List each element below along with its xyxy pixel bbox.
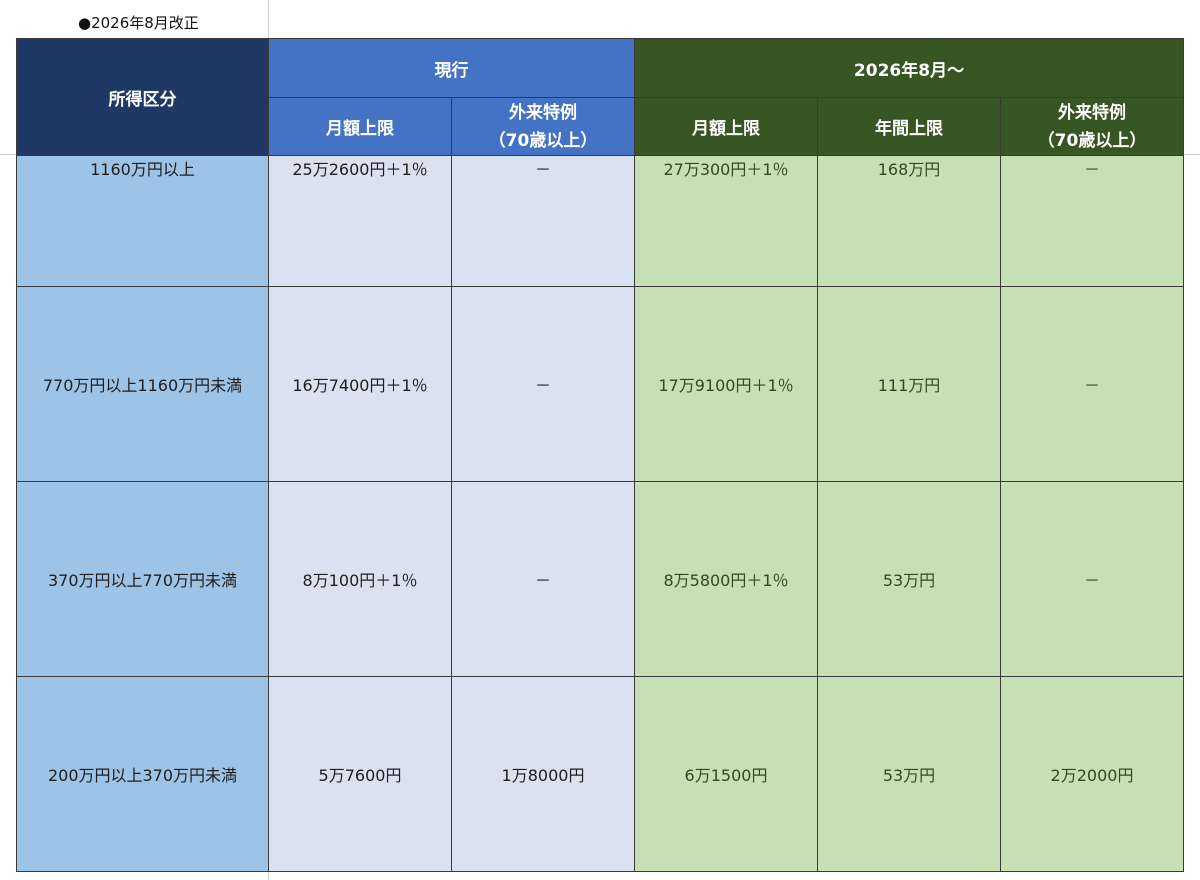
header-current-group: 現行	[268, 38, 635, 98]
header-new-annual: 年間上限	[817, 97, 1001, 156]
new-annual-cell: 53万円	[817, 481, 1001, 677]
header-row-groups: 所得区分 現行 2026年8月～	[16, 38, 1184, 156]
header-new-outpatient-line1: 外来特例	[1058, 102, 1126, 123]
header-new-monthly: 月額上限	[634, 97, 818, 156]
new-annual-cell: 53万円	[817, 676, 1001, 872]
new-outpatient-cell: －	[1000, 286, 1184, 482]
table-row: 200万円以上370万円未満 5万7600円 1万8000円 6万1500円 5…	[16, 676, 1184, 872]
header-new-annual-label: 年間上限	[875, 119, 943, 139]
new-monthly-cell: 17万9100円＋1％	[634, 286, 818, 482]
new-outpatient-cell: －	[1000, 155, 1184, 287]
current-monthly-cell: 25万2600円＋1％	[268, 155, 452, 287]
header-current-outpatient-line1: 外来特例	[509, 102, 577, 123]
current-monthly-cell: 8万100円＋1％	[268, 481, 452, 677]
new-annual-cell: 111万円	[817, 286, 1001, 482]
revision-note: ●2026年8月改正	[78, 14, 199, 32]
new-outpatient-cell: 2万2000円	[1000, 676, 1184, 872]
current-outpatient-cell: －	[451, 481, 635, 677]
header-income: 所得区分	[16, 38, 269, 156]
current-monthly-cell: 5万7600円	[268, 676, 452, 872]
new-annual-cell: 168万円	[817, 155, 1001, 287]
income-bracket-cell: 200万円以上370万円未満	[16, 676, 269, 872]
current-outpatient-cell: 1万8000円	[451, 676, 635, 872]
header-new-group: 2026年8月～	[634, 38, 1184, 98]
new-monthly-cell: 6万1500円	[634, 676, 818, 872]
income-bracket-cell: 770万円以上1160万円未満	[16, 286, 269, 482]
header-current-group-label: 現行	[434, 60, 469, 81]
header-new-outpatient-line2: （70歳以上）	[1037, 130, 1147, 151]
header-current-monthly: 月額上限	[268, 97, 452, 156]
header-new-group-label: 2026年8月～	[853, 60, 965, 81]
table-row: 770万円以上1160万円未満 16万7400円＋1％ － 17万9100円＋1…	[16, 286, 1184, 482]
new-outpatient-cell: －	[1000, 481, 1184, 677]
header-current-monthly-label: 月額上限	[326, 119, 394, 139]
current-monthly-cell: 16万7400円＋1％	[268, 286, 452, 482]
header-current-outpatient: 外来特例 （70歳以上）	[451, 97, 635, 156]
new-monthly-cell: 27万300円＋1％	[634, 155, 818, 287]
header-current-outpatient-line2: （70歳以上）	[488, 130, 598, 151]
table-row: 1160万円以上 25万2600円＋1％ － 27万300円＋1％ 168万円 …	[16, 155, 1184, 287]
new-monthly-cell: 8万5800円＋1％	[634, 481, 818, 677]
income-bracket-cell: 1160万円以上	[16, 155, 269, 287]
current-outpatient-cell: －	[451, 155, 635, 287]
header-income-label: 所得区分	[108, 89, 177, 110]
header-new-outpatient: 外来特例 （70歳以上）	[1000, 97, 1184, 156]
cost-limit-table: 所得区分 現行 2026年8月～ 月額上限 外来特例 （70歳以上） 月額上限 …	[16, 38, 1184, 872]
income-bracket-cell: 370万円以上770万円未満	[16, 481, 269, 677]
header-new-monthly-label: 月額上限	[692, 119, 760, 139]
current-outpatient-cell: －	[451, 286, 635, 482]
table-row: 370万円以上770万円未満 8万100円＋1％ － 8万5800円＋1％ 53…	[16, 481, 1184, 677]
